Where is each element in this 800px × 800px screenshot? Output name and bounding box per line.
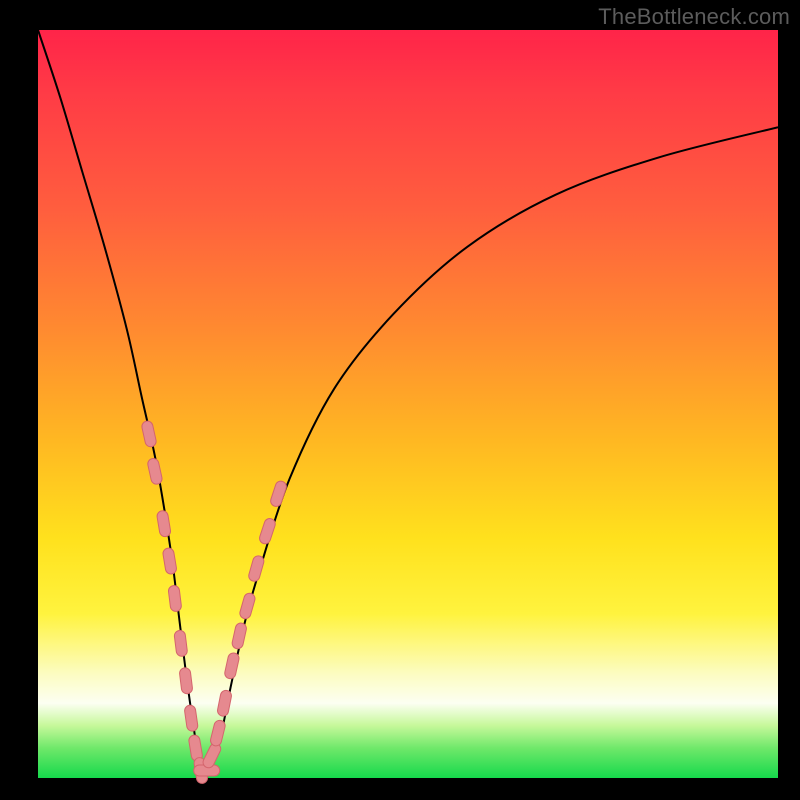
bead [141, 420, 157, 448]
bead [231, 622, 247, 650]
chart-frame: TheBottleneck.com [0, 0, 800, 800]
bead [174, 630, 188, 657]
bottleneck-curve [38, 30, 778, 774]
bead-group [141, 420, 288, 784]
bead [193, 757, 208, 784]
bead [168, 585, 182, 612]
bead [162, 547, 177, 574]
bead [188, 734, 203, 761]
bead [194, 765, 220, 776]
bead [269, 480, 288, 508]
bead [239, 592, 257, 620]
bead [258, 517, 277, 545]
plot-area [38, 30, 778, 778]
curve-layer [38, 30, 778, 778]
bead [179, 667, 193, 694]
bead [156, 510, 171, 537]
bead [224, 652, 240, 680]
bead [201, 741, 222, 769]
bead [184, 705, 199, 732]
watermark-text: TheBottleneck.com [598, 4, 790, 30]
bead [147, 457, 163, 485]
bead [217, 689, 233, 717]
bead [247, 555, 265, 583]
bead [209, 719, 226, 747]
